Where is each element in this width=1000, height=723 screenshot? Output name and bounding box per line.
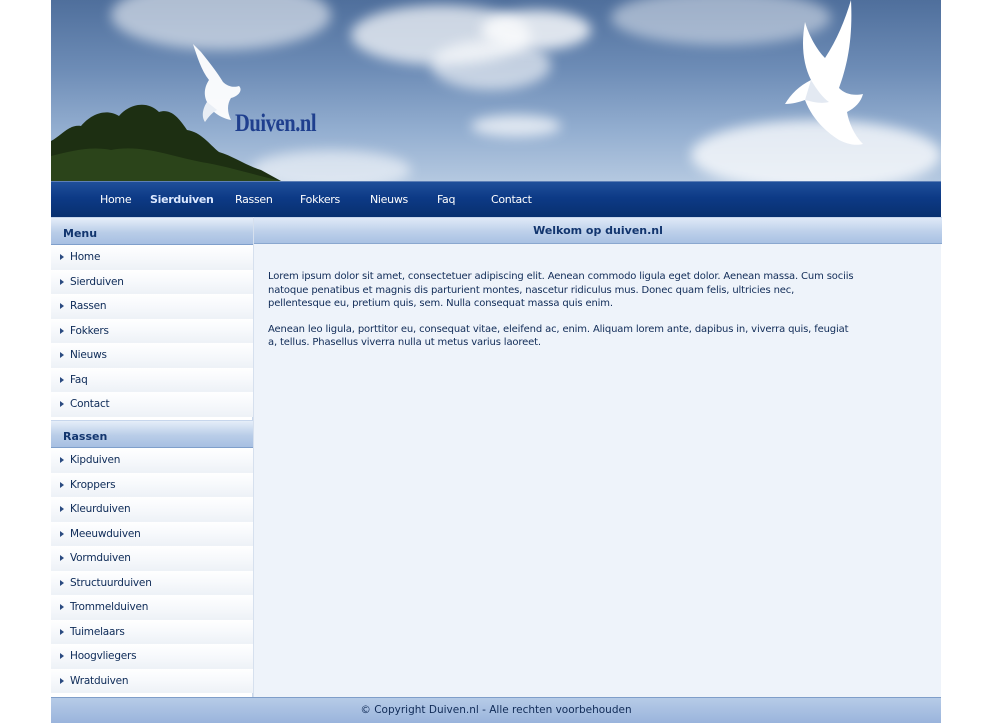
rassen-item-label: Hoogvliegers bbox=[70, 650, 137, 662]
rassen-item-label: Kroppers bbox=[70, 478, 116, 491]
footer: © Copyright Duiven.nl - Alle rechten voo… bbox=[51, 697, 941, 723]
menu-list: Home Sierduiven Rassen Fokkers Nieuws Fa… bbox=[51, 245, 253, 417]
sidebar: Menu Home Sierduiven Rassen Fokkers Nieu… bbox=[51, 217, 253, 697]
rassen-item-vormduiven[interactable]: Vormduiven bbox=[51, 546, 253, 571]
triangle-right-icon bbox=[60, 376, 64, 383]
nav-rassen[interactable]: Rassen bbox=[235, 193, 273, 206]
triangle-right-icon bbox=[60, 278, 64, 285]
rassen-item-label: Tuimelaars bbox=[70, 625, 125, 638]
rassen-item-tuimelaars[interactable]: Tuimelaars bbox=[51, 619, 253, 644]
site-logo[interactable]: Duiven.nl bbox=[235, 110, 317, 138]
menu-item-label: Nieuws bbox=[70, 349, 107, 361]
menu-item-fokkers[interactable]: Fokkers bbox=[51, 318, 253, 343]
rassen-item-structuurduiven[interactable]: Structuurduiven bbox=[51, 570, 253, 595]
triangle-right-icon bbox=[60, 653, 64, 659]
paragraph: Aenean leo ligula, porttitor eu, consequ… bbox=[268, 323, 849, 349]
rassen-heading: Rassen bbox=[51, 420, 253, 448]
menu-item-rassen[interactable]: Rassen bbox=[51, 294, 253, 319]
paragraph: Lorem ipsum dolor sit amet, consectetuer… bbox=[268, 271, 854, 309]
triangle-right-icon bbox=[60, 628, 64, 635]
nav-sierduiven[interactable]: Sierduiven bbox=[150, 193, 214, 206]
triangle-right-icon bbox=[60, 604, 64, 610]
triangle-right-icon bbox=[60, 457, 64, 463]
menu-item-label: Faq bbox=[70, 373, 88, 386]
rassen-list: Kipduiven Kroppers Kleurduiven Meeuwduiv… bbox=[51, 448, 253, 693]
rassen-item-hoogvliegers[interactable]: Hoogvliegers bbox=[51, 644, 253, 669]
rassen-item-meeuwduiven[interactable]: Meeuwduiven bbox=[51, 521, 253, 546]
triangle-right-icon bbox=[60, 677, 64, 684]
menu-heading: Menu bbox=[51, 217, 253, 245]
triangle-right-icon bbox=[60, 579, 64, 586]
nav-faq[interactable]: Faq bbox=[437, 193, 455, 206]
top-navigation: Home Sierduiven Rassen Fokkers Nieuws Fa… bbox=[51, 181, 941, 217]
header-banner: Duiven.nl bbox=[51, 0, 941, 181]
copyright-text: © Copyright Duiven.nl - Alle rechten voo… bbox=[360, 704, 632, 716]
triangle-right-icon bbox=[60, 555, 64, 561]
rassen-item-label: Structuurduiven bbox=[70, 576, 152, 589]
menu-item-label: Rassen bbox=[70, 300, 107, 312]
rassen-item-label: Wratduiven bbox=[70, 674, 129, 687]
rassen-item-label: Kipduiven bbox=[70, 454, 121, 466]
nav-nieuws[interactable]: Nieuws bbox=[370, 193, 408, 206]
triangle-right-icon bbox=[60, 530, 64, 537]
menu-item-label: Home bbox=[70, 251, 101, 263]
rassen-item-kroppers[interactable]: Kroppers bbox=[51, 472, 253, 497]
menu-item-faq[interactable]: Faq bbox=[51, 367, 253, 392]
triangle-right-icon bbox=[60, 506, 64, 512]
nav-fokkers[interactable]: Fokkers bbox=[300, 193, 340, 206]
rassen-item-trommelduiven[interactable]: Trommelduiven bbox=[51, 595, 253, 620]
nav-home[interactable]: Home bbox=[100, 193, 132, 206]
rassen-item-label: Vormduiven bbox=[70, 552, 131, 564]
nav-contact[interactable]: Contact bbox=[491, 193, 532, 206]
page-title: Welkom op duiven.nl bbox=[254, 217, 942, 244]
triangle-right-icon bbox=[60, 254, 64, 260]
triangle-right-icon bbox=[60, 352, 64, 358]
rassen-item-kipduiven[interactable]: Kipduiven bbox=[51, 448, 253, 473]
triangle-right-icon bbox=[60, 481, 64, 488]
rassen-item-wratduiven[interactable]: Wratduiven bbox=[51, 668, 253, 693]
dove-icon bbox=[785, 0, 863, 145]
main-content: Welkom op duiven.nl Lorem ipsum dolor si… bbox=[253, 217, 942, 697]
triangle-right-icon bbox=[60, 303, 64, 309]
rassen-item-label: Meeuwduiven bbox=[70, 527, 141, 540]
triangle-right-icon bbox=[60, 401, 64, 407]
triangle-right-icon bbox=[60, 327, 64, 334]
menu-item-label: Contact bbox=[70, 398, 110, 410]
menu-item-contact[interactable]: Contact bbox=[51, 392, 253, 417]
page: Duiven.nl Home Sierduiven Rassen Fokkers… bbox=[51, 0, 942, 723]
menu-item-label: Sierduiven bbox=[70, 275, 124, 288]
content-body: Lorem ipsum dolor sit amet, consectetuer… bbox=[268, 270, 858, 362]
menu-item-label: Fokkers bbox=[70, 324, 109, 337]
menu-item-nieuws[interactable]: Nieuws bbox=[51, 343, 253, 368]
rassen-item-label: Kleurduiven bbox=[70, 503, 131, 515]
menu-item-sierduiven[interactable]: Sierduiven bbox=[51, 269, 253, 294]
rassen-item-kleurduiven[interactable]: Kleurduiven bbox=[51, 497, 253, 522]
rassen-item-label: Trommelduiven bbox=[70, 601, 149, 613]
menu-item-home[interactable]: Home bbox=[51, 245, 253, 270]
